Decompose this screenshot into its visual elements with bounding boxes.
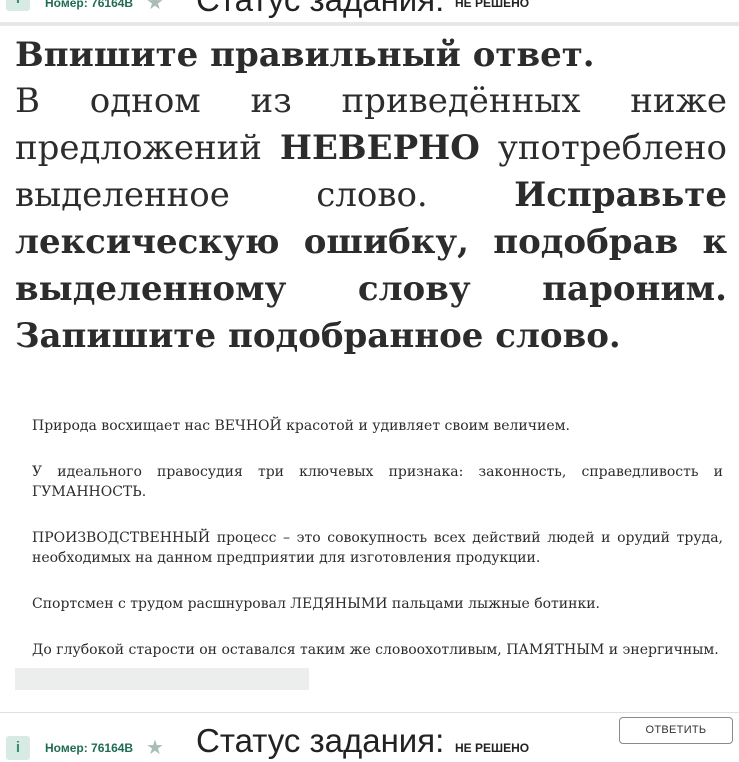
star-icon[interactable]: ★ xyxy=(146,0,164,12)
bottom-status-bar: i Номер: 76164В ★ Статус задания: НЕ РЕШ… xyxy=(0,713,739,762)
sentence-item: Природа восхищает нас ВЕЧНОЙ красотой и … xyxy=(32,418,570,434)
status-value: НЕ РЕШЕНО xyxy=(455,741,530,755)
sentence-item: Спортсмен с трудом расшнуровал ЛЕДЯНЫМИ … xyxy=(32,596,600,612)
sentence-list: Природа восхищает нас ВЕЧНОЙ красотой и … xyxy=(32,416,723,686)
task-text: Впишите правильный ответ. В одном из при… xyxy=(15,32,727,360)
sentence-item: ПРОИЗВОДСТВЕННЫЙ процесс – это совокупно… xyxy=(32,530,723,566)
info-icon[interactable]: i xyxy=(6,736,30,760)
task-instructions: В одном из приведённых ниже предложений … xyxy=(15,78,727,360)
top-divider xyxy=(0,22,739,26)
star-icon[interactable]: ★ xyxy=(146,737,164,757)
task-heading: Впишите правильный ответ. xyxy=(15,35,595,75)
status-title: Статус задания: xyxy=(196,722,445,759)
task-number: Номер: 76164В xyxy=(45,0,134,10)
task-number: Номер: 76164В xyxy=(45,741,134,755)
instructions-bold-1: НЕВЕРНО xyxy=(279,128,480,168)
top-status-bar: i Номер: 76164В ★ Статус задания: НЕ РЕШ… xyxy=(0,0,739,23)
answer-input[interactable] xyxy=(15,668,309,690)
answer-button[interactable]: ОТВЕТИТЬ xyxy=(619,717,733,744)
sentence-item: До глубокой старости он оставался таким … xyxy=(32,642,719,658)
status-title: Статус задания: xyxy=(196,0,444,18)
info-icon[interactable]: i xyxy=(6,0,30,11)
sentence-item: У идеального правосудия три ключевых при… xyxy=(32,464,723,500)
status-value: НЕ РЕШЕНО xyxy=(455,0,530,10)
